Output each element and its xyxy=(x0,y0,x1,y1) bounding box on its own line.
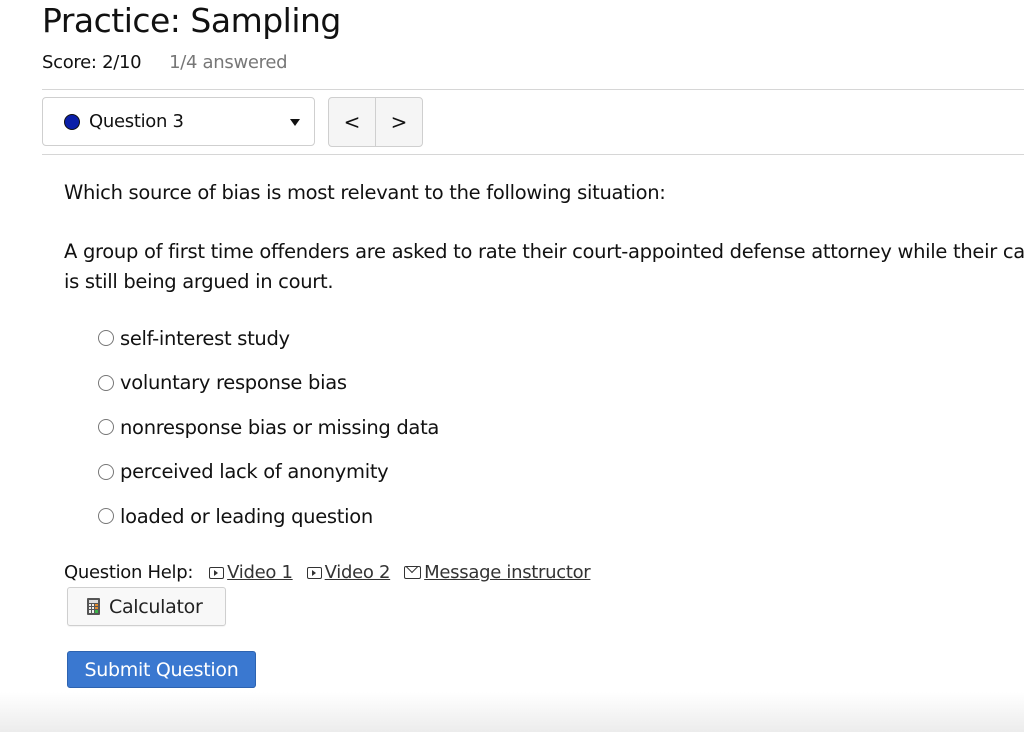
answer-choice-label: nonresponse bias or missing data xyxy=(120,415,440,439)
next-question-button[interactable]: > xyxy=(375,98,422,146)
video-2-link[interactable]: Video 2 xyxy=(306,562,391,583)
answer-choice[interactable]: nonresponse bias or missing data xyxy=(98,405,439,450)
calculator-button[interactable]: Calculator xyxy=(67,587,226,626)
chevron-right-icon: > xyxy=(390,110,408,134)
radio-button[interactable] xyxy=(98,374,114,391)
answer-choice[interactable]: self-interest study xyxy=(98,316,439,361)
message-instructor-link[interactable]: Message instructor xyxy=(404,562,591,583)
page-title: Practice: Sampling xyxy=(42,1,341,40)
video-icon xyxy=(306,566,322,579)
answer-choice-label: self-interest study xyxy=(120,326,290,350)
radio-button[interactable] xyxy=(98,508,114,525)
question-select[interactable]: Question 3 xyxy=(42,97,315,146)
message-instructor-label: Message instructor xyxy=(424,562,591,583)
question-select-label: Question 3 xyxy=(89,111,184,132)
score-text: Score: 2/10 xyxy=(42,52,142,73)
answer-choice[interactable]: voluntary response bias xyxy=(98,361,439,406)
video-2-link-label: Video 2 xyxy=(324,562,391,583)
submit-question-label: Submit Question xyxy=(84,658,239,681)
calculator-icon xyxy=(87,598,100,615)
mail-icon xyxy=(404,566,422,579)
radio-button[interactable] xyxy=(98,419,114,436)
answer-choice-label: loaded or leading question xyxy=(120,504,373,528)
radio-button[interactable] xyxy=(98,463,114,480)
score-line: Score: 2/10 1/4 answered xyxy=(42,52,288,74)
video-icon xyxy=(209,566,225,579)
answer-choice-label: voluntary response bias xyxy=(120,371,347,395)
calculator-label: Calculator xyxy=(109,595,203,618)
answer-choice[interactable]: perceived lack of anonymity xyxy=(98,450,439,495)
divider-top xyxy=(42,89,1024,90)
answered-count: 1/4 answered xyxy=(169,52,288,73)
question-help: Question Help: Video 1 Video 2 Message i… xyxy=(64,562,604,583)
footer-shade xyxy=(0,692,1024,732)
answer-choice[interactable]: loaded or leading question xyxy=(98,494,439,539)
question-situation: A group of first time offenders are aske… xyxy=(64,240,1024,293)
previous-question-button[interactable]: < xyxy=(329,98,375,146)
caret-down-icon xyxy=(290,119,300,126)
question-prompt: Which source of bias is most relevant to… xyxy=(64,181,666,204)
chevron-left-icon: < xyxy=(343,110,361,134)
answer-choices: self-interest study voluntary response b… xyxy=(98,316,439,539)
submit-question-button[interactable]: Submit Question xyxy=(67,651,256,688)
question-help-label: Question Help: xyxy=(64,562,194,583)
video-1-link[interactable]: Video 1 xyxy=(209,562,293,583)
divider-bottom xyxy=(42,154,1024,155)
question-nav-group: < > xyxy=(328,97,423,147)
video-1-link-label: Video 1 xyxy=(227,562,293,583)
answer-choice-label: perceived lack of anonymity xyxy=(120,460,389,484)
question-status-dot xyxy=(64,113,80,130)
radio-button[interactable] xyxy=(98,330,114,347)
